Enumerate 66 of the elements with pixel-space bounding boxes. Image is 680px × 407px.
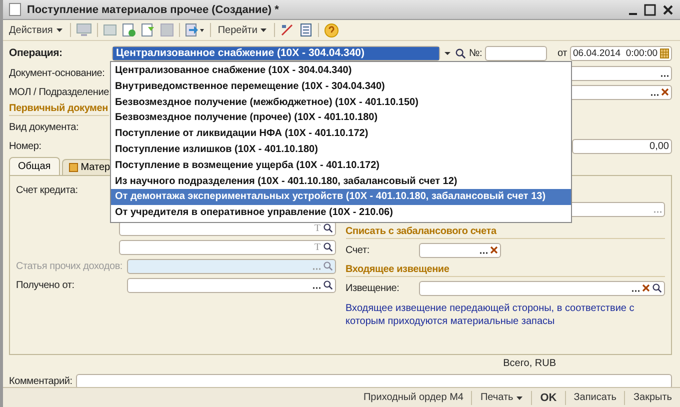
dropdown-option[interactable]: Поступление излишков (10X - 401.10.180) xyxy=(111,142,571,158)
hint-text: Входящее извещение передающей стороны, в соответствие с которым приходуются материальные запасы xyxy=(346,302,636,328)
search-icon[interactable] xyxy=(322,279,332,291)
table-icon xyxy=(68,163,78,172)
total-label: Всего, RUB xyxy=(503,358,556,370)
search-icon[interactable] xyxy=(322,222,332,234)
clear-icon[interactable] xyxy=(642,284,650,292)
window-title: Поступление материалов прочее (Создание) * xyxy=(27,4,279,16)
field-label: Вид документа: xyxy=(9,122,80,132)
help-icon[interactable] xyxy=(324,22,340,38)
dropdown-option[interactable]: Внутриведомственное перемещение (10X - 304.04.340) xyxy=(111,78,571,95)
input-field[interactable] xyxy=(418,280,665,296)
dropdown-option[interactable]: Безвозмездное получение (межбюджетное) (10X - 401.10.150) xyxy=(111,94,571,110)
footer-button[interactable]: Печать xyxy=(478,392,526,403)
section-header: Первичный докумен xyxy=(9,103,109,116)
caret-icon xyxy=(260,27,268,33)
search-icon[interactable] xyxy=(322,241,332,253)
field-label: Комментарий: xyxy=(9,376,73,386)
document-icon xyxy=(9,3,21,16)
document-icon[interactable] xyxy=(299,23,314,37)
clear-icon[interactable] xyxy=(490,246,498,254)
dropdown-option[interactable]: Поступление в возмещение ущерба (10X - 401.10.172) xyxy=(111,158,571,174)
field-label: Статья прочих доходов: xyxy=(16,260,124,272)
calendar-icon[interactable] xyxy=(660,48,669,58)
field-label: Счет кредита: xyxy=(16,184,79,196)
dropdown-option[interactable]: Централизованное снабжение (10X - 304.04.340) xyxy=(111,63,571,79)
operation-label: Операция: xyxy=(9,47,64,59)
field-label: Документ-основание: xyxy=(9,68,106,78)
field-label: Счет: xyxy=(346,244,370,256)
document-plus-icon[interactable] xyxy=(122,23,136,37)
section-header: Входящее извещение xyxy=(346,264,665,277)
actions-menu-button[interactable]: Действия xyxy=(7,24,65,36)
close-icon[interactable] xyxy=(662,4,674,16)
field-label: Номер: xyxy=(9,140,42,152)
amount-field[interactable]: 0,00 xyxy=(572,138,672,154)
dropdown-option[interactable]: Поступление от ликвидации НФА (10X - 401.10.172) xyxy=(111,126,571,142)
caret-icon xyxy=(516,394,524,400)
tab[interactable]: Матер xyxy=(62,159,112,175)
field-label: Извещение: xyxy=(346,282,400,294)
field-label: МОЛ / Подразделение: xyxy=(9,86,109,98)
clear-icon[interactable] xyxy=(661,88,669,96)
maximize-icon[interactable] xyxy=(644,4,656,16)
document-arrow-icon[interactable] xyxy=(184,23,205,37)
search-icon[interactable] xyxy=(652,282,662,294)
dropdown-option[interactable]: От учредителя в оперативное управление (10X - 210.06) xyxy=(111,205,571,221)
goto-menu-button[interactable]: Перейти xyxy=(216,24,270,36)
date-field[interactable]: 06.04.2014 0:00:00 xyxy=(570,46,672,60)
operation-combo[interactable]: Централизованное снабжение (10X - 304.04.340) xyxy=(112,46,440,60)
number-label: №: xyxy=(469,48,482,58)
input-field[interactable] xyxy=(127,278,336,292)
search-icon[interactable] xyxy=(455,46,466,60)
tab[interactable]: Общая xyxy=(9,157,60,175)
input-field[interactable] xyxy=(418,242,500,258)
section-header: Списать с забалансового счета xyxy=(346,226,665,239)
number-field[interactable] xyxy=(485,46,548,60)
dropdown-option[interactable]: От демонтажа экспериментальных устройств (10X - 401.10.180, забалансовый счет 13) xyxy=(111,189,571,206)
field-label: Получено от: xyxy=(16,280,76,290)
caret-icon xyxy=(56,27,63,33)
footer-button[interactable]: Приходный ордер М4 xyxy=(361,392,466,403)
comment-field[interactable] xyxy=(76,374,672,388)
footer-button[interactable]: OK xyxy=(538,392,559,404)
dropdown-option[interactable]: Из научного подразделения (10X - 401.10.180, забалансовый счет 12) xyxy=(111,174,571,190)
footer-button[interactable]: Закрыть xyxy=(631,392,674,403)
date-label: от xyxy=(557,48,567,58)
dropdown-option[interactable]: Безвозмездное получение (прочее) (10X - 401.10.180) xyxy=(111,110,571,126)
footer-button[interactable]: Записать xyxy=(572,392,618,403)
